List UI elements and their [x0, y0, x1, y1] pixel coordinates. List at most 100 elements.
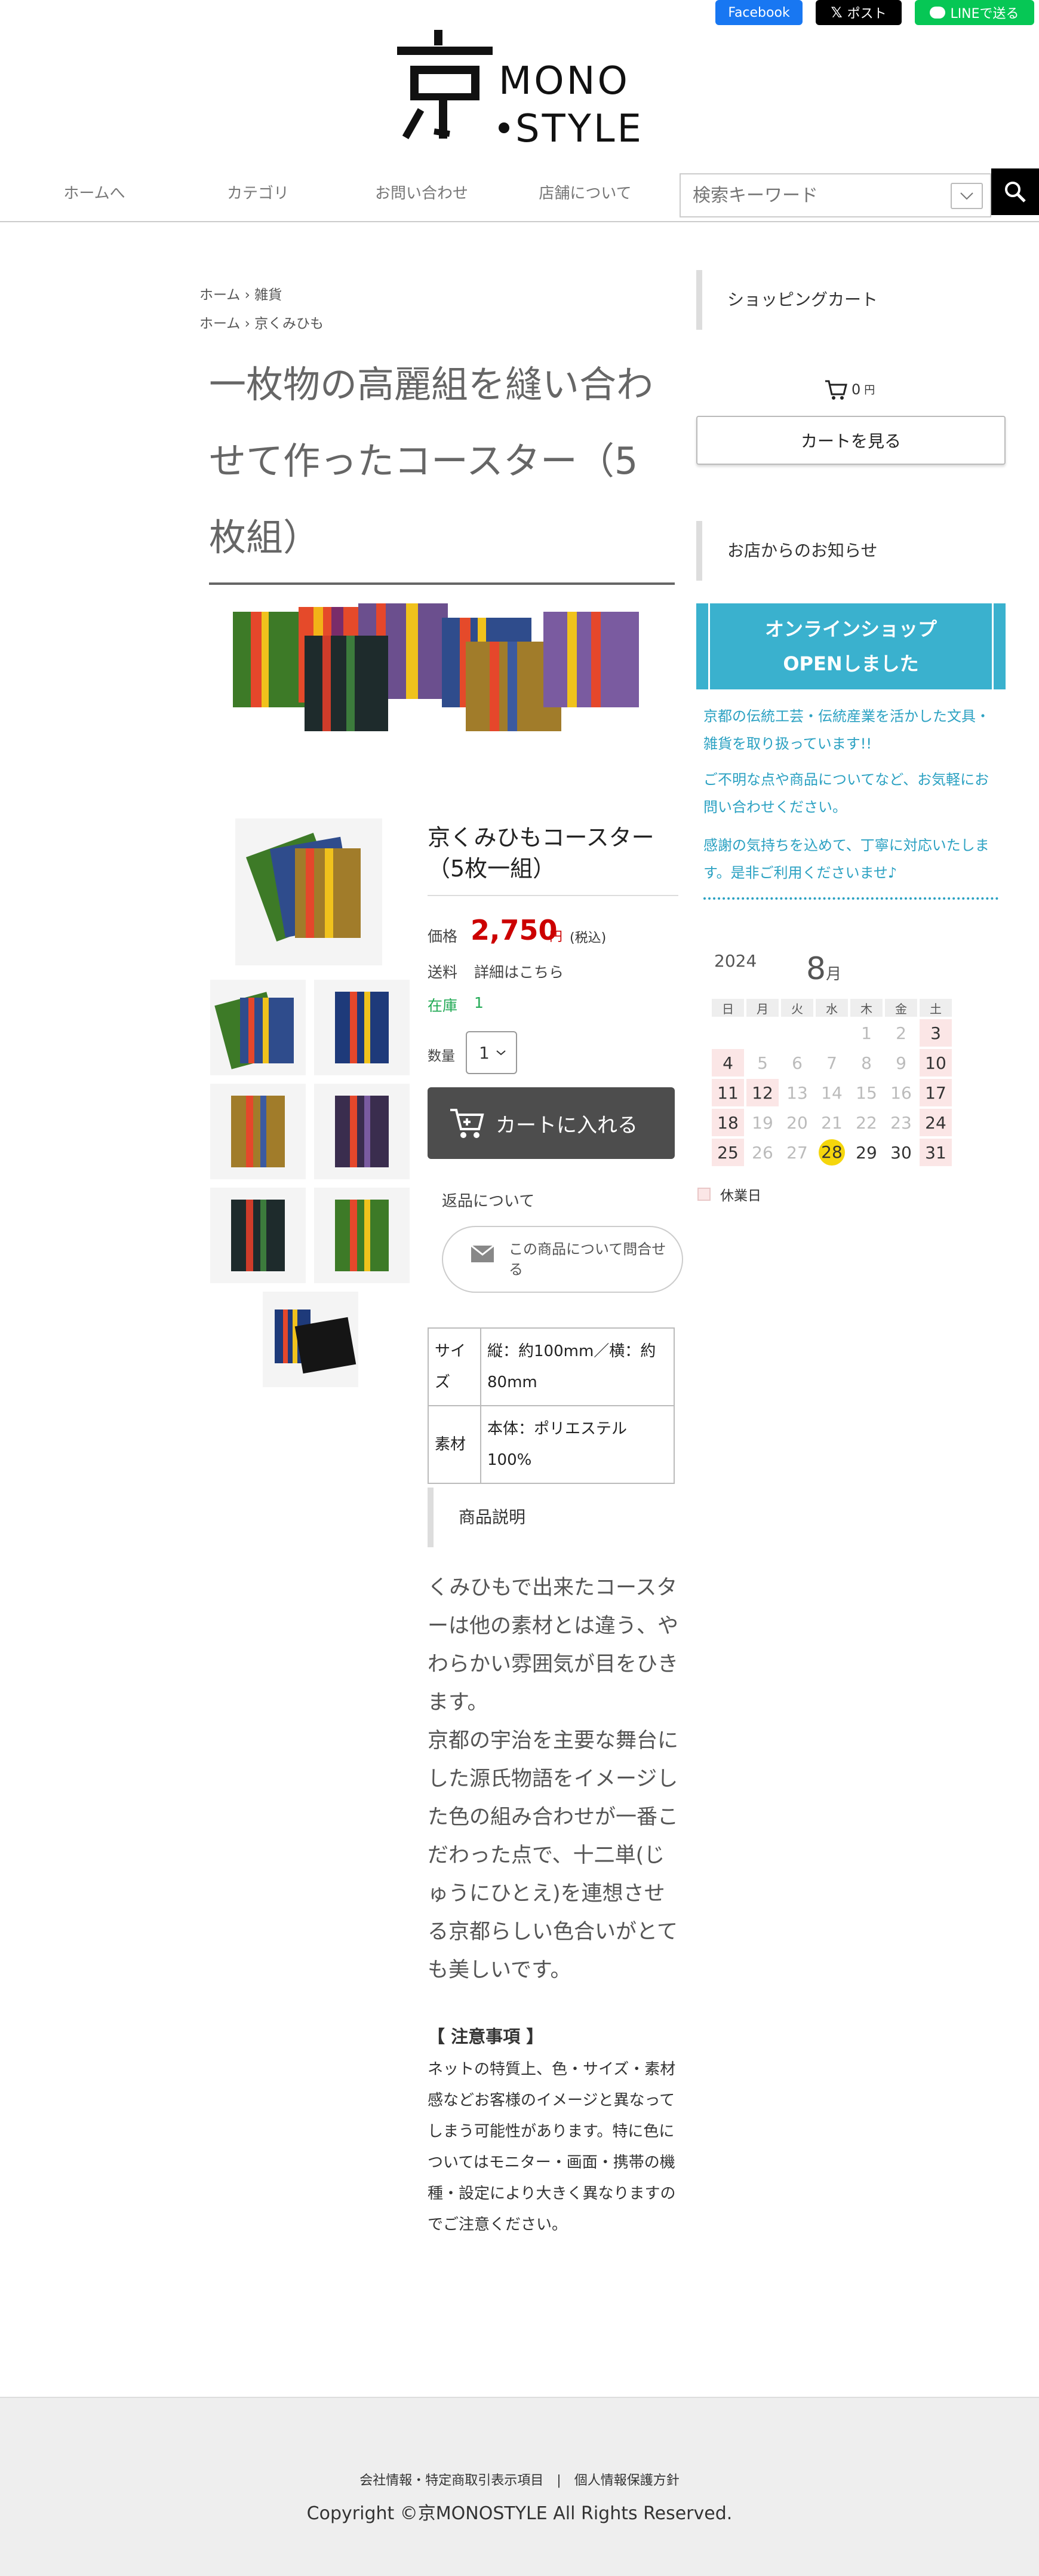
- description-heading: 商品説明: [428, 1488, 678, 1547]
- product-thumbnail[interactable]: [314, 980, 410, 1075]
- breadcrumb-home[interactable]: ホーム: [199, 287, 240, 303]
- breadcrumb-home[interactable]: ホーム: [199, 316, 240, 332]
- calendar-day: 16: [890, 1082, 912, 1103]
- calendar-weekday: 火: [781, 999, 813, 1017]
- product-description: くみひもで出来たコースターは他の素材とは違う、やわらかい雰囲気が目をひきます。 …: [428, 1576, 679, 1982]
- calendar-week: 11 12 13 14 15 16 17: [712, 1079, 952, 1106]
- product-thumbnail[interactable]: [314, 1188, 410, 1283]
- notice-heading: 【 注意事項 】: [428, 2026, 544, 2047]
- shipping-label: 送料: [428, 964, 458, 981]
- search-icon: [1005, 182, 1026, 203]
- calendar-day: 11: [712, 1079, 744, 1106]
- price-value: 2,750: [471, 914, 558, 946]
- calendar-day: 8: [861, 1053, 872, 1073]
- search-button[interactable]: [991, 168, 1039, 215]
- calendar-day: 20: [786, 1112, 808, 1133]
- calendar-day: 24: [920, 1109, 952, 1136]
- spec-value: 本体：ポリエステル100%: [480, 1405, 675, 1484]
- price-label: 価格: [428, 928, 458, 945]
- product-thumbnail[interactable]: [210, 1188, 306, 1283]
- nav-contact[interactable]: お問い合わせ: [362, 180, 481, 207]
- calendar-day: 7: [826, 1053, 837, 1073]
- shop-open-banner[interactable]: オンラインショップ OPENしました: [696, 603, 1006, 689]
- quantity-label: 数量: [428, 1048, 455, 1064]
- search-box: [680, 173, 991, 217]
- calendar-day: 23: [890, 1112, 912, 1133]
- notice-text: ネットの特質上、色・サイズ・素材感などお客様のイメージと異なってしまう可能性があ…: [428, 2060, 676, 2234]
- calendar-weekday: 水: [816, 999, 848, 1017]
- nav-category[interactable]: カテゴリ: [198, 180, 318, 207]
- product-thumbnail[interactable]: [210, 1084, 306, 1179]
- nav-about-store[interactable]: 店舗について: [525, 180, 645, 207]
- cart-icon: [825, 380, 847, 400]
- calendar-day: 5: [757, 1053, 768, 1073]
- line-icon: [930, 7, 946, 19]
- banner-line: OPENしました: [783, 652, 919, 675]
- table-row: サイズ 縦：約100mm／横：約80mm: [428, 1327, 675, 1406]
- cart-total-unit: 円: [864, 384, 875, 397]
- breadcrumb: ホーム › 京くみひも: [199, 312, 324, 332]
- breadcrumb-category[interactable]: 京くみひも: [254, 316, 324, 332]
- calendar-day: 1: [861, 1023, 872, 1043]
- breadcrumb-separator: ›: [244, 316, 250, 332]
- calendar-day: 3: [920, 1019, 952, 1047]
- calendar-year: 2024: [714, 951, 757, 971]
- calendar-day: 4: [712, 1049, 744, 1077]
- calendar-month: 8月: [806, 951, 841, 987]
- product-inquiry-button[interactable]: この商品について問合せる: [442, 1226, 683, 1293]
- share-buttons: Facebook 𝕏 ポスト LINEで送る: [715, 0, 1034, 25]
- calendar-day: 10: [920, 1049, 952, 1077]
- product-name-divider: [428, 895, 678, 896]
- add-to-cart-label: カートに入れる: [496, 1113, 638, 1137]
- spec-key: 素材: [428, 1405, 481, 1484]
- cart-icon: [450, 1109, 484, 1138]
- add-to-cart-button[interactable]: カートに入れる: [428, 1087, 675, 1159]
- calendar-weekday: 金: [885, 999, 917, 1017]
- quantity-value: 1: [479, 1042, 490, 1063]
- shipping-details-link[interactable]: 詳細はこちら: [474, 961, 564, 982]
- table-row: 素材 本体：ポリエステル100%: [428, 1405, 675, 1484]
- spec-table: サイズ 縦：約100mm／横：約80mm 素材 本体：ポリエステル100%: [428, 1327, 675, 1484]
- search-filter-dropdown[interactable]: [951, 183, 983, 209]
- product-main-image[interactable]: [235, 818, 382, 965]
- view-cart-button[interactable]: カートを見る: [696, 416, 1006, 465]
- site-logo[interactable]: MONO STYLE: [397, 26, 648, 151]
- calendar-day: 15: [856, 1082, 877, 1103]
- calendar-today: 28: [819, 1139, 845, 1166]
- breadcrumb: ホーム › 雑貨: [199, 283, 282, 303]
- news-item: 感謝の気持ちを込めて、丁寧に対応いたします。是非ご利用くださいませ♪: [703, 837, 989, 881]
- spec-key: サイズ: [428, 1327, 481, 1406]
- footer-links[interactable]: 会社情報・特定商取引表示項目 | 個人情報保護方針: [0, 2470, 1039, 2489]
- x-icon: 𝕏: [831, 4, 843, 21]
- calendar-day: 29: [856, 1142, 877, 1163]
- product-thumbnail[interactable]: [210, 980, 306, 1075]
- quantity-select[interactable]: 1: [466, 1031, 517, 1074]
- calendar-day: 13: [786, 1082, 808, 1103]
- line-share-button[interactable]: LINEで送る: [915, 0, 1034, 25]
- product-thumbnail[interactable]: [263, 1292, 358, 1387]
- calendar-month-value: 8: [806, 951, 826, 987]
- breadcrumb-category[interactable]: 雑貨: [254, 287, 282, 303]
- x-share-button[interactable]: 𝕏 ポスト: [816, 0, 902, 25]
- banner-line: オンラインショップ: [764, 618, 937, 640]
- price-tax-note: (税込): [570, 931, 607, 946]
- calendar-day: 14: [821, 1082, 843, 1103]
- search-input[interactable]: [681, 174, 955, 216]
- stock-value: 1: [474, 994, 484, 1011]
- calendar-day: 18: [712, 1109, 744, 1136]
- nav-home[interactable]: ホームへ: [35, 180, 154, 207]
- calendar-day: 22: [856, 1112, 877, 1133]
- calendar-day: 26: [752, 1142, 773, 1163]
- legend-label: 休業日: [720, 1188, 761, 1204]
- facebook-share-button[interactable]: Facebook: [715, 0, 803, 25]
- returns-link[interactable]: 返品について: [442, 1189, 534, 1211]
- stock-label: 在庫: [428, 997, 458, 1014]
- shop-open-banner-text: オンラインショップ OPENしました: [708, 603, 994, 689]
- calendar-month-unit: 月: [826, 965, 842, 983]
- news-item: ご不明な点や商品についてなど、お気軽にお問い合わせください。: [703, 771, 989, 815]
- product-thumbnail[interactable]: [314, 1084, 410, 1179]
- calendar-day: 25: [712, 1139, 744, 1166]
- page-title: 一枚物の高麗組を縫い合わせて作ったコースター（5枚組）: [209, 363, 654, 559]
- calendar-legend: 休業日: [697, 1184, 761, 1204]
- cart-total-value: 0: [852, 381, 861, 398]
